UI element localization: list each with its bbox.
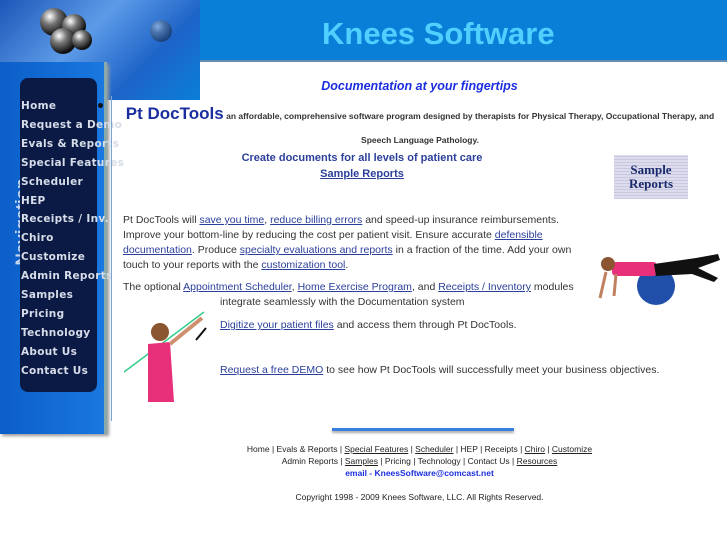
footer-link[interactable]: Receipts bbox=[485, 444, 518, 454]
sidebar-item-home[interactable]: Home bbox=[21, 100, 56, 112]
sidebar-item-about-us[interactable]: About Us bbox=[21, 346, 77, 358]
text: to see how Pt DocTools will successfully… bbox=[323, 364, 660, 376]
exercise-ball-image bbox=[598, 254, 720, 305]
footer-email[interactable]: email - KneesSoftware@comcast.net bbox=[112, 468, 727, 478]
footer-link[interactable]: Technology bbox=[418, 456, 461, 466]
receipts-inventory-link[interactable]: Receipts / Inventory bbox=[438, 281, 531, 293]
sidebar-item-chiro[interactable]: Chiro bbox=[21, 232, 54, 244]
text: and access them through Pt DocTools. bbox=[333, 319, 517, 331]
header-banner: Knees Software bbox=[0, 0, 727, 100]
sample-reports-badge[interactable]: Sample Reports bbox=[614, 155, 688, 199]
separator: | bbox=[337, 456, 345, 466]
sidebar-item-customize[interactable]: Customize bbox=[21, 251, 85, 263]
footer-link[interactable]: Pricing bbox=[385, 456, 411, 466]
footer-links-row1: Home | Evals & Reports | Special Feature… bbox=[112, 444, 727, 454]
footer-link[interactable]: Evals & Reports bbox=[277, 444, 338, 454]
sidebar-item-technology[interactable]: Technology bbox=[21, 327, 90, 339]
specialty-evaluations-link[interactable]: specialty evaluations and reports bbox=[240, 244, 393, 256]
divider bbox=[111, 96, 112, 421]
separator: | bbox=[460, 456, 468, 466]
demo-paragraph: Request a free DEMO to see how Pt DocToo… bbox=[220, 363, 659, 378]
sidebar-item-request-a-demo[interactable]: Request a Demo bbox=[21, 119, 122, 131]
separator: | bbox=[544, 444, 552, 454]
footer-link[interactable]: Samples bbox=[345, 456, 378, 466]
separator: | bbox=[377, 456, 385, 466]
site-title: Knees Software bbox=[322, 16, 555, 51]
sidebar-item-special-features[interactable]: Special Features bbox=[21, 157, 124, 169]
digitize-paragraph: Digitize your patient files and access t… bbox=[220, 318, 517, 333]
resistance-band-image bbox=[124, 311, 207, 402]
separator: | bbox=[517, 444, 525, 454]
sidebar-item-contact-us[interactable]: Contact Us bbox=[21, 365, 88, 377]
appointment-scheduler-link[interactable]: Appointment Scheduler bbox=[183, 281, 292, 293]
benefits-paragraph: Pt DocTools will save you time, reduce b… bbox=[123, 213, 598, 273]
text: , and bbox=[411, 281, 439, 293]
sample-reports-link[interactable]: Sample Reports bbox=[320, 168, 404, 180]
sidebar-item-evals-reports[interactable]: Evals & Reports bbox=[21, 138, 119, 150]
footer-divider bbox=[332, 428, 514, 431]
text: . Produce bbox=[191, 244, 240, 256]
footer-link[interactable]: Home bbox=[247, 444, 270, 454]
sidebar-item-scheduler[interactable]: Scheduler bbox=[21, 176, 83, 188]
footer-link[interactable]: Chiro bbox=[525, 444, 545, 454]
footer-link[interactable]: Resources bbox=[517, 456, 558, 466]
text: . bbox=[345, 259, 349, 271]
separator: | bbox=[477, 444, 485, 454]
create-text: Create documents for all levels of patie… bbox=[241, 152, 483, 164]
copyright: Copyright 1998 - 2009 Knees Software, LL… bbox=[295, 492, 544, 502]
billing-errors-link[interactable]: reduce billing errors bbox=[270, 214, 362, 226]
footer-link[interactable]: Admin Reports bbox=[282, 456, 338, 466]
bullet-icon bbox=[98, 103, 103, 108]
create-section: Create documents for all levels of patie… bbox=[112, 150, 612, 182]
tagline: Documentation at your fingertips bbox=[321, 79, 518, 93]
footer-link[interactable]: Scheduler bbox=[415, 444, 453, 454]
footer-link[interactable]: Customize bbox=[552, 444, 592, 454]
sidebar-item-pricing[interactable]: Pricing bbox=[21, 308, 64, 320]
sidebar-item-admin-reports[interactable]: Admin Reports bbox=[21, 270, 113, 282]
customization-tool-link[interactable]: customization tool bbox=[261, 259, 345, 271]
footer-link[interactable]: Special Features bbox=[344, 444, 408, 454]
text: The optional bbox=[123, 281, 184, 293]
footer-link[interactable]: HEP bbox=[460, 444, 477, 454]
footer-link[interactable]: Contact Us bbox=[468, 456, 510, 466]
request-demo-link[interactable]: Request a free DEMO bbox=[220, 364, 323, 376]
save-time-link[interactable]: save you time bbox=[199, 214, 264, 226]
home-exercise-program-link[interactable]: Home Exercise Program bbox=[298, 281, 412, 293]
sidebar-item-hep[interactable]: HEP bbox=[21, 195, 46, 207]
text: modules bbox=[531, 281, 574, 293]
product-intro: Pt DocTools an affordable, comprehensive… bbox=[120, 102, 720, 152]
product-description: an affordable, comprehensive software pr… bbox=[226, 111, 715, 145]
text: Pt DocTools will bbox=[123, 214, 200, 226]
product-name: Pt DocTools bbox=[125, 104, 224, 123]
sidebar-item-receipts-inv-[interactable]: Receipts / Inv. bbox=[21, 213, 109, 225]
separator: | bbox=[410, 456, 418, 466]
separator: | bbox=[509, 456, 517, 466]
digitize-link[interactable]: Digitize your patient files bbox=[220, 319, 334, 331]
sidebar-item-samples[interactable]: Samples bbox=[21, 289, 73, 301]
footer-links-row2: Admin Reports | Samples | Pricing | Tech… bbox=[112, 456, 727, 466]
separator: | bbox=[269, 444, 277, 454]
